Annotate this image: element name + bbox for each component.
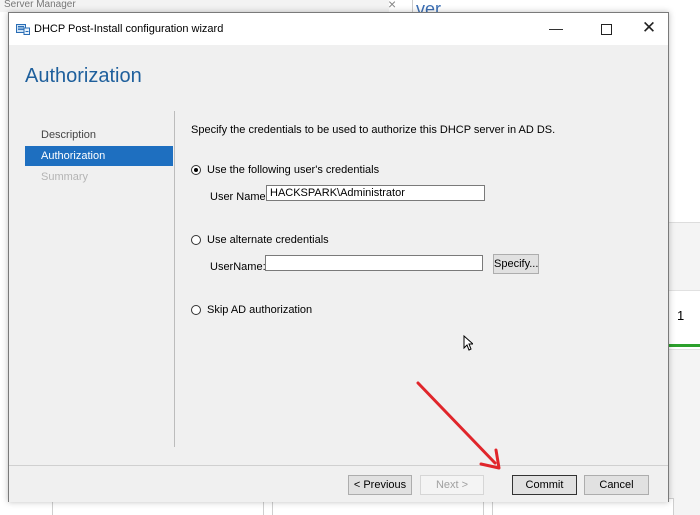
dialog-titlebar[interactable]: DHCP Post-Install configuration wizard —… — [9, 13, 668, 45]
server-manager-dashboard-panel — [667, 222, 700, 515]
previous-button[interactable]: < Previous — [348, 475, 412, 495]
server-manager-close-icon[interactable]: × — [388, 0, 396, 12]
specify-button[interactable]: Specify... — [493, 254, 539, 274]
user-name-field[interactable]: HACKSPARK\Administrator — [266, 185, 485, 201]
alternate-credentials-radio[interactable] — [191, 235, 201, 245]
nav-item-summary: Summary — [41, 171, 89, 183]
server-manager-heading-fragment: ver — [416, 0, 442, 12]
alternate-username-field[interactable] — [265, 255, 483, 271]
skip-authorization-label: Skip AD authorization — [207, 304, 313, 316]
page-title: Authorization — [25, 65, 142, 87]
skip-authorization-radio[interactable] — [191, 305, 201, 315]
nav-divider — [174, 111, 175, 447]
current-credentials-option[interactable]: Use the following user's credentials — [191, 164, 379, 176]
cancel-button[interactable]: Cancel — [584, 475, 649, 495]
nav-item-description[interactable]: Description — [25, 125, 173, 145]
alternate-username-label: UserName: — [210, 261, 266, 273]
dhcp-wizard-dialog: DHCP Post-Install configuration wizard —… — [8, 12, 669, 502]
dialog-title: DHCP Post-Install configuration wizard — [34, 23, 224, 35]
next-button: Next > — [420, 475, 484, 495]
maximize-button[interactable] — [584, 13, 628, 43]
alternate-credentials-option[interactable]: Use alternate credentials — [191, 234, 329, 246]
dialog-content: Authorization Description Authorization … — [9, 45, 668, 465]
current-credentials-radio[interactable] — [191, 165, 201, 175]
dhcp-wizard-icon — [16, 24, 30, 35]
commit-button[interactable]: Commit — [512, 475, 577, 495]
user-name-label: User Name: — [210, 191, 269, 203]
skip-authorization-option[interactable]: Skip AD authorization — [191, 304, 312, 316]
close-button[interactable]: ✕ — [627, 13, 671, 43]
server-manager-tile-count: 1 — [677, 308, 685, 323]
mouse-pointer-icon — [463, 335, 473, 351]
server-manager-tile-status-bar — [667, 344, 700, 347]
server-manager-title: Server Manager — [0, 0, 389, 12]
authorization-description: Specify the credentials to be used to au… — [191, 124, 556, 136]
nav-item-authorization[interactable]: Authorization — [25, 146, 173, 166]
maximize-icon — [600, 23, 612, 35]
alternate-credentials-label: Use alternate credentials — [207, 234, 329, 246]
dialog-footer: < Previous Next > Commit Cancel — [9, 465, 668, 502]
minimize-button[interactable]: — — [534, 13, 578, 43]
current-credentials-label: Use the following user's credentials — [207, 164, 380, 176]
